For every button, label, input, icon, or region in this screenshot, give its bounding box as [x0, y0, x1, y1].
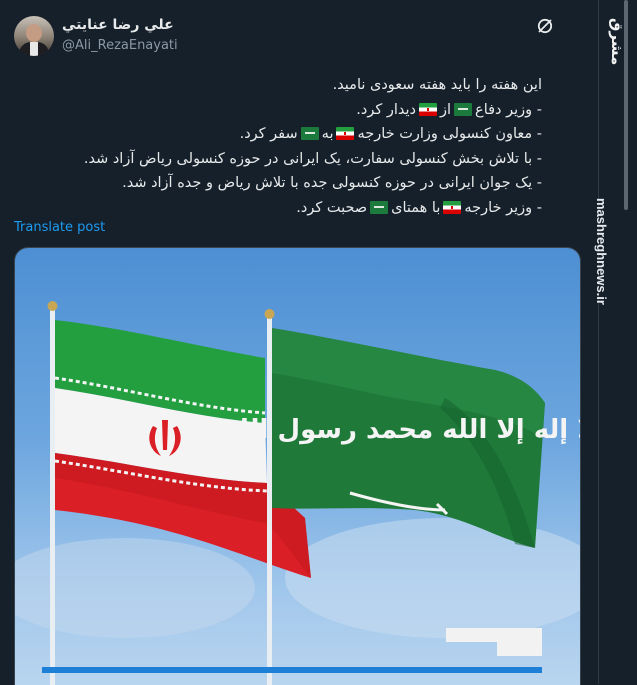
post-text: این هفته را باید هفته سعودی نامید. - وزیر… — [2, 73, 542, 220]
post-line: - وزیر دفاع از دیدار کرد. — [2, 98, 542, 123]
image-caption-box — [442, 628, 542, 656]
post-line-text: از — [440, 101, 452, 118]
post-line-text: - وزیر دفاع — [475, 101, 542, 118]
post-line-text: - یک جوان ایرانی در حوزه کنسولی جده با ت… — [122, 175, 542, 191]
iran-flag-icon — [419, 102, 438, 116]
saudi-flag-icon — [370, 200, 389, 214]
avatar-shirt — [30, 42, 38, 56]
post-image[interactable]: لا إله إلا الله محمد رسول الله — [14, 247, 581, 685]
right-flag-pole — [267, 318, 272, 685]
translate-post-link[interactable]: Translate post — [14, 220, 105, 235]
watermark-site: mashreghnews.ir — [594, 198, 609, 305]
post-line: - با تلاش بخش کنسولی سفارت، یک ایرانی در… — [2, 147, 542, 172]
post-line-text: این هفته را باید هفته سعودی نامید. — [332, 77, 542, 93]
saudi-inscription: لا إله إلا الله محمد رسول الله — [223, 415, 580, 445]
right-pole-finial — [264, 309, 275, 319]
grok-icon[interactable] — [536, 17, 554, 35]
left-flag-pole — [50, 310, 55, 685]
post-line-text: صحبت کرد. — [296, 199, 368, 216]
tweet: علي رضا عنايتي @Ali_RezaEnayati این هفته… — [0, 0, 598, 685]
post-line-text: دیدار کرد. — [356, 101, 417, 118]
post-line-text: - معاون کنسولی وزارت خارجه — [357, 126, 542, 142]
iran-flag-icon — [336, 127, 355, 140]
post-line: - یک جوان ایرانی در حوزه کنسولی جده با ت… — [2, 171, 542, 196]
author-display-name[interactable]: علي رضا عنايتي — [62, 17, 174, 33]
post-line-text: - وزیر خارجه — [464, 199, 542, 216]
watermark-logo: مشرق — [608, 18, 626, 66]
post-line: - وزیر خارجه با همتای صحبت کرد. — [2, 196, 542, 221]
avatar-face — [26, 24, 42, 42]
post-line-text: - با تلاش بخش کنسولی سفارت، یک ایرانی در… — [83, 150, 542, 167]
iran-flag-icon — [443, 200, 462, 214]
post-line-text: به — [321, 126, 334, 142]
avatar[interactable] — [14, 16, 54, 56]
author-handle[interactable]: @Ali_RezaEnayati — [62, 38, 178, 53]
post-line: - معاون کنسولی وزارت خارجه به سفر کرد. — [2, 122, 542, 147]
flags-illustration: لا إله إلا الله محمد رسول الله — [15, 301, 580, 685]
saudi-flag-icon — [454, 102, 473, 116]
image-bottom-strip — [42, 667, 542, 673]
post-line-text: با همتای — [391, 199, 441, 216]
left-pole-finial — [47, 301, 58, 311]
post-line: این هفته را باید هفته سعودی نامید. — [2, 73, 542, 98]
post-line-text: سفر کرد. — [239, 126, 298, 142]
watermark: مشرق mashreghnews.ir — [590, 8, 630, 328]
saudi-flag-icon — [300, 127, 319, 140]
